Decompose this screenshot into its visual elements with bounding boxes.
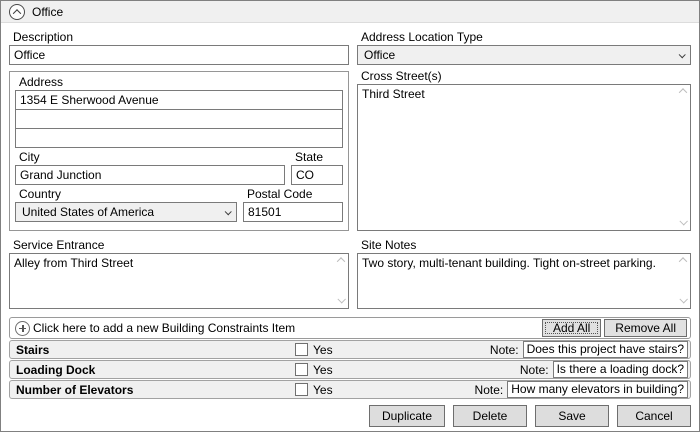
office-location-panel: Office Description Address City [0, 0, 700, 432]
note-label: Note: [489, 342, 519, 357]
scroll-down-icon[interactable] [679, 217, 688, 226]
chevron-down-icon [224, 207, 232, 215]
scroll-down-icon[interactable] [679, 295, 688, 304]
yes-label: Yes [313, 342, 333, 357]
postal-code-input[interactable] [243, 202, 343, 222]
cross-streets-textarea[interactable]: Third Street [357, 84, 691, 231]
address-line3-input[interactable] [15, 128, 343, 148]
constraint-name: Number of Elevators [16, 382, 134, 397]
address-group: Address City State [9, 71, 349, 231]
chevron-up-icon [12, 8, 22, 18]
constraint-row-stairs: Stairs Yes Note: Does this project have … [9, 340, 691, 359]
country-label: Country [19, 187, 62, 201]
plus-circle-icon [15, 320, 30, 336]
note-label: Note: [519, 362, 549, 377]
scroll-up-icon[interactable] [678, 88, 688, 97]
constraint-name: Stairs [16, 342, 50, 357]
description-input[interactable] [9, 45, 349, 65]
site-notes-value: Two story, multi-tenant building. Tight … [362, 256, 656, 270]
collapse-button[interactable] [9, 3, 25, 20]
action-button-bar: Duplicate Delete Save Cancel [9, 405, 691, 427]
address-location-type-value: Office [364, 48, 396, 62]
scroll-up-icon[interactable] [336, 257, 346, 266]
description-label: Description [13, 30, 74, 44]
remove-all-button[interactable]: Remove All [604, 319, 687, 337]
panel-title: Office [32, 4, 64, 19]
service-entrance-value: Alley from Third Street [14, 256, 134, 270]
address-location-type-label: Address Location Type [361, 30, 483, 44]
yes-checkbox[interactable] [295, 383, 308, 396]
building-constraints-section: Click here to add a new Building Constra… [9, 317, 691, 399]
state-input[interactable] [291, 165, 343, 185]
city-label: City [19, 150, 40, 164]
note-input[interactable]: How many elevators in building? [507, 381, 688, 398]
service-entrance-textarea[interactable]: Alley from Third Street [9, 253, 349, 309]
chevron-down-icon [678, 50, 686, 58]
yes-label: Yes [313, 382, 333, 397]
save-button[interactable]: Save [535, 405, 609, 427]
add-constraint-row[interactable]: Click here to add a new Building Constra… [9, 317, 691, 339]
add-constraint-prompt: Click here to add a new Building Constra… [33, 321, 296, 335]
postal-code-label: Postal Code [247, 187, 313, 201]
scroll-up-icon[interactable] [678, 257, 688, 266]
yes-checkbox[interactable] [295, 343, 308, 356]
address-line1-input[interactable] [15, 90, 343, 110]
yes-label: Yes [313, 362, 333, 377]
delete-button[interactable]: Delete [453, 405, 527, 427]
site-notes-textarea[interactable]: Two story, multi-tenant building. Tight … [357, 253, 691, 309]
constraint-row-loading-dock: Loading Dock Yes Note: Is there a loadin… [9, 360, 691, 379]
add-all-button[interactable]: Add All [541, 319, 602, 337]
scroll-down-icon[interactable] [337, 295, 346, 304]
cross-streets-value: Third Street [362, 87, 425, 101]
country-dropdown[interactable]: United States of America [15, 202, 237, 222]
country-value: United States of America [22, 205, 155, 219]
note-label: Note: [474, 382, 504, 397]
note-input[interactable]: Is there a loading dock? [552, 361, 688, 378]
address-location-type-dropdown[interactable]: Office [357, 45, 691, 65]
panel-content: Description Address City State [1, 23, 699, 431]
address-line2-input[interactable] [15, 109, 343, 129]
site-notes-label: Site Notes [361, 238, 417, 252]
cross-streets-label: Cross Street(s) [361, 69, 442, 83]
address-label: Address [19, 75, 64, 89]
duplicate-button[interactable]: Duplicate [368, 405, 445, 427]
city-input[interactable] [15, 165, 285, 185]
note-input[interactable]: Does this project have stairs? [522, 341, 688, 358]
service-entrance-label: Service Entrance [13, 238, 105, 252]
constraint-row-number-of-elevators: Number of Elevators Yes Note: How many e… [9, 380, 691, 399]
constraint-name: Loading Dock [16, 362, 96, 377]
cancel-button[interactable]: Cancel [617, 405, 691, 427]
panel-header: Office [1, 1, 699, 23]
yes-checkbox[interactable] [295, 363, 308, 376]
state-label: State [295, 150, 324, 164]
